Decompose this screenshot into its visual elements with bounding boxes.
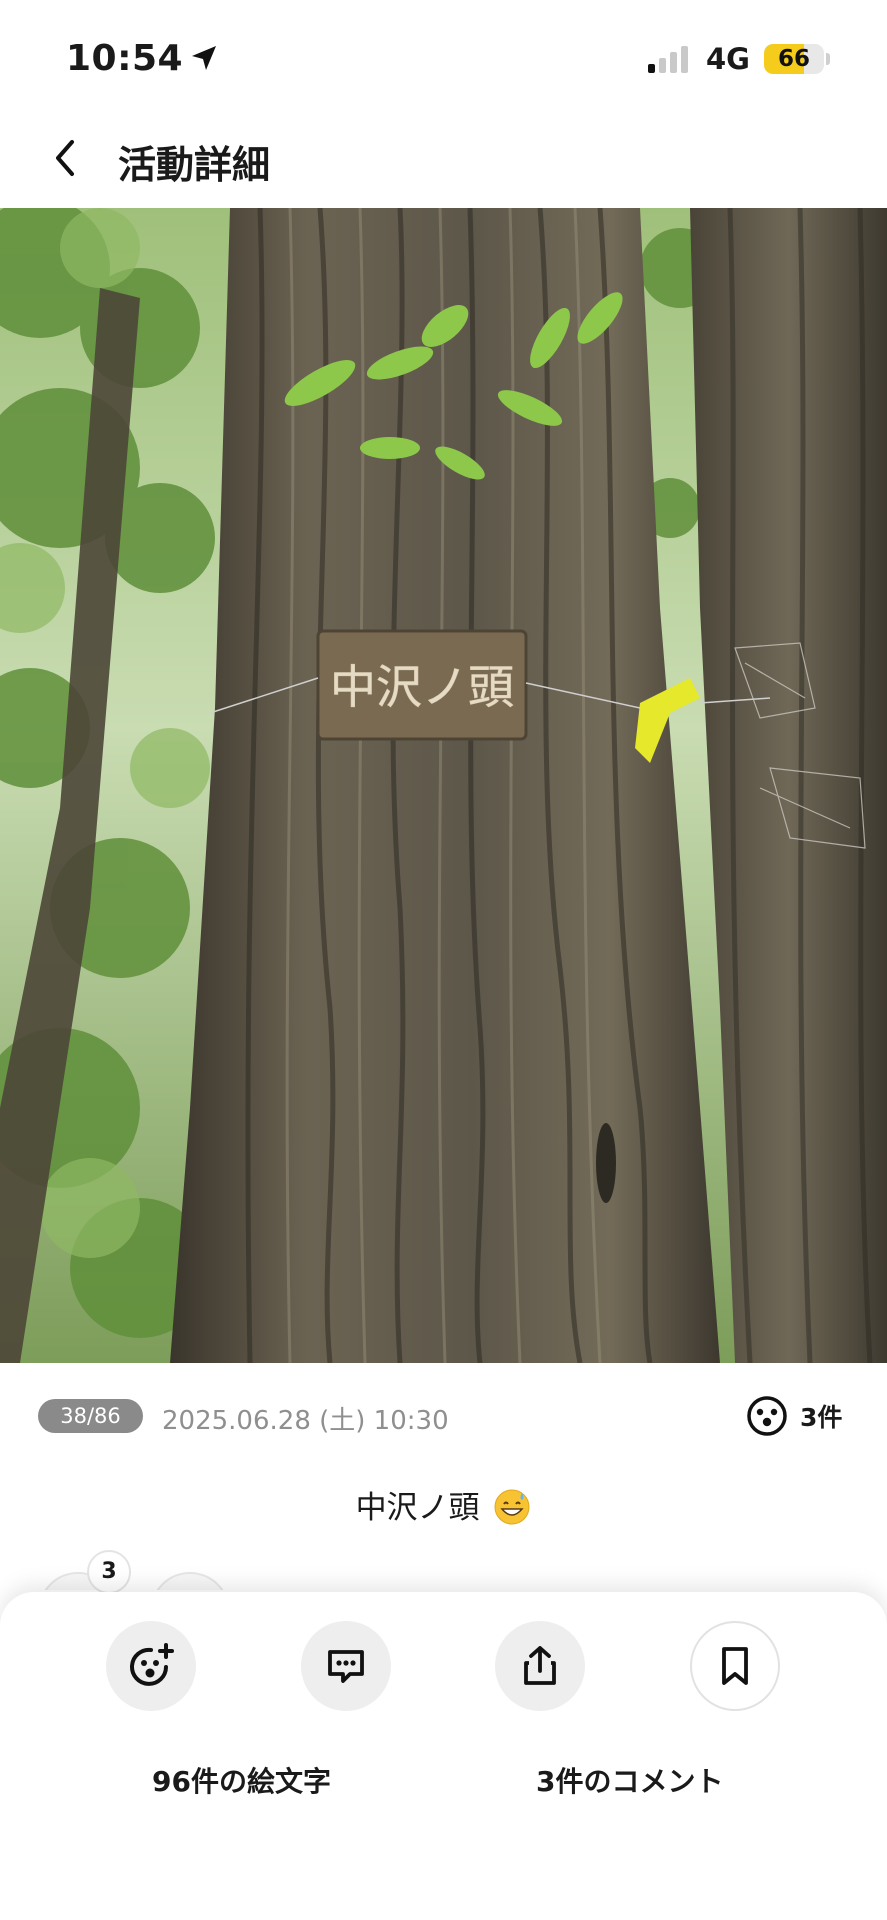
photo-counter: 38/86 <box>38 1399 143 1433</box>
status-time: 10:54 <box>66 38 184 79</box>
share-button[interactable] <box>495 1621 585 1711</box>
caption-text: 中沢ノ頭 <box>355 1490 480 1526</box>
comment-count-link[interactable]: 3件のコメント <box>536 1760 723 1800</box>
battery-icon: 66 <box>764 44 824 74</box>
comment-icon <box>328 1650 364 1683</box>
signal-icon <box>648 46 688 73</box>
reaction-count-button[interactable]: 3件 <box>746 1393 842 1439</box>
battery-nub <box>826 53 830 65</box>
svg-text:中沢ノ頭: 中沢ノ頭 <box>330 660 514 714</box>
chevron-left-icon <box>56 140 74 176</box>
comment-button[interactable] <box>301 1621 391 1711</box>
page-title: 活動詳細 <box>118 143 271 187</box>
reaction-avatar[interactable] <box>150 1572 230 1590</box>
battery-level: 66 <box>777 46 810 72</box>
reaction-count: 3件 <box>800 1403 843 1432</box>
post-date: 2025.06.28 (土) 10:30 <box>162 1406 449 1436</box>
back-button[interactable] <box>40 130 90 186</box>
post-caption: 中沢ノ頭 <box>0 1482 887 1527</box>
grinning-sweat-emoji <box>494 1489 530 1525</box>
emoji-plus-icon <box>130 1643 174 1686</box>
status-bar: 10:54 4G 66 <box>0 0 887 110</box>
bookmark-icon <box>722 1647 748 1685</box>
add-emoji-button[interactable] <box>106 1621 196 1711</box>
wooden-sign: 中沢ノ頭 <box>316 629 528 741</box>
network-type: 4G <box>706 42 750 76</box>
forest-tree-photo: 中沢ノ頭 <box>0 208 887 1363</box>
emoji-count-link[interactable]: 96件の絵文字 <box>152 1760 331 1800</box>
reaction-badge: 3 <box>87 1550 131 1594</box>
reaction-avatars <box>0 1560 887 1590</box>
action-sheet: 96件の絵文字 3件のコメント <box>0 1592 887 1920</box>
smiley-face-icon <box>747 1396 787 1436</box>
bookmark-button[interactable] <box>690 1621 780 1711</box>
activity-photo[interactable]: 中沢ノ頭 <box>0 208 887 1363</box>
location-arrow-icon <box>192 46 216 70</box>
share-icon <box>524 1646 556 1685</box>
